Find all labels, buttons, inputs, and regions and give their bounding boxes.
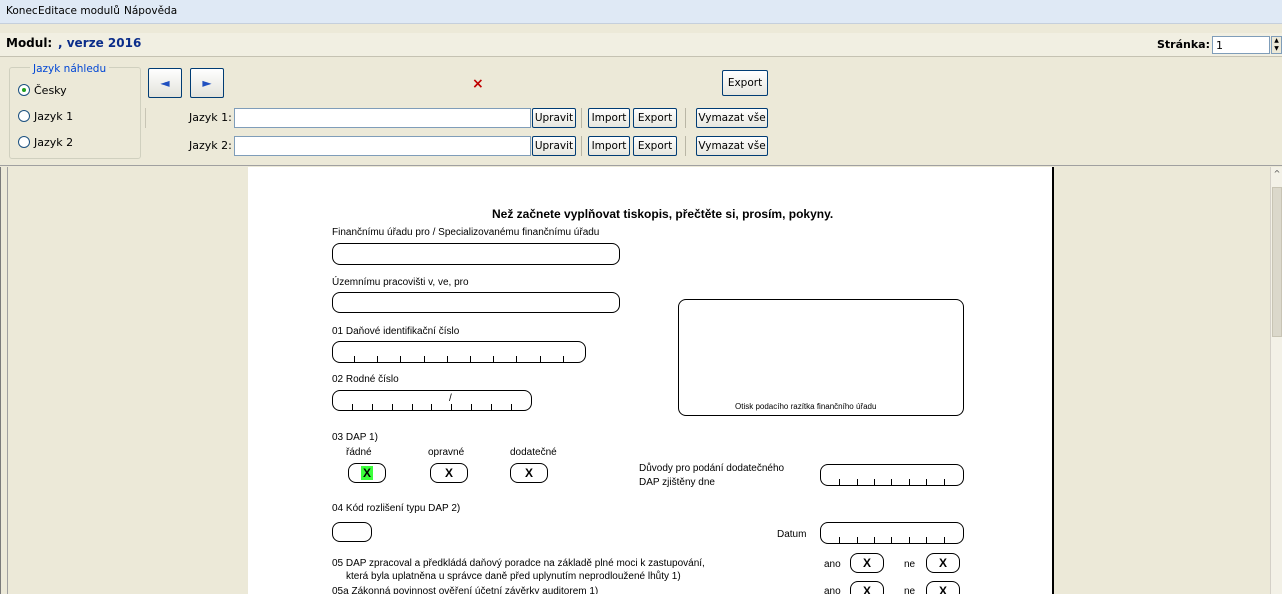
form-title: Než začnete vyplňovat tiskopis, přečtěte… [492,207,834,221]
territorial-label: Územnímu pracovišti v, ve, pro [332,277,469,288]
dic-label: 01 Daňové identifikační číslo [332,326,460,337]
dap-type-dodatecne: dodatečné [510,447,557,458]
export-button[interactable]: Export [722,70,768,96]
form-page: Než začnete vyplňovat tiskopis, přečtěte… [248,167,1054,594]
date-label: Datum [777,529,807,540]
language-1-input[interactable] [234,108,531,128]
audit-yes-checkbox[interactable]: X [850,581,884,594]
audit-no-checkbox[interactable]: X [926,581,960,594]
module-bar: Modul: , verze 2016 Stránka: ▲▼ [0,33,1282,57]
dic-ticks [333,356,585,362]
advisor-no-checkbox[interactable]: X [926,553,960,573]
triangle-left-icon: ◄ [160,76,170,90]
dap-radne-mark: X [360,466,373,480]
radio-jazyk-2[interactable]: Jazyk 2 [18,134,73,150]
dap-radne-checkbox[interactable]: X [348,463,386,483]
dap-opravne-checkbox[interactable]: X [430,463,468,483]
office-label: Finančnímu úřadu pro / Specializovanému … [332,227,600,238]
dap-type-opravne: opravné [428,447,465,458]
page-spinner[interactable]: ▲ ▼ [1271,36,1282,54]
dap-type-radne: řádné [346,447,372,458]
separator [581,108,582,128]
code-field[interactable] [332,522,372,542]
rc-label: 02 Rodné číslo [332,374,399,385]
scroll-thumb[interactable] [1272,187,1282,337]
tool-panel: Jazyk náhledu Česky Jazyk 1 Jazyk 2 ◄ ► … [0,58,1282,166]
close-icon[interactable]: × [472,76,484,92]
audit-yes-label: ano [824,586,841,594]
language-row-2: Jazyk 2: Upravit Import Export Vymazat v… [145,134,1282,158]
language-1-label: Jazyk 1: [189,111,232,124]
right-margin [1056,167,1269,594]
menu-item-konec[interactable]: Konec [6,0,38,24]
separator [685,136,686,156]
radio-icon[interactable] [18,136,30,148]
radio-icon[interactable] [18,110,30,122]
dap-dodatecne-checkbox[interactable]: X [510,463,548,483]
language-2-label: Jazyk 2: [189,139,232,152]
language-2-input[interactable] [234,136,531,156]
edit-language-1-button[interactable]: Upravit [532,108,576,128]
radio-jazyk-1[interactable]: Jazyk 1 [18,108,73,124]
preview-language-title: Jazyk náhledu [30,63,110,75]
advisor-yes-label: ano [824,559,841,570]
rc-field[interactable]: / [332,390,532,411]
export-language-2-button[interactable]: Export [633,136,677,156]
stamp-label: Otisk podacího razítka finančního úřadu [735,402,877,411]
office-field[interactable] [332,243,620,265]
language-row-1: Jazyk 1: Upravit Import Export Vymazat v… [145,106,1282,130]
radio-jazyk-2-label: Jazyk 2 [34,135,74,149]
menu-item-editace-modulu[interactable]: Editace modulů [38,0,120,24]
date-ticks [821,537,963,543]
advisor-yes-checkbox[interactable]: X [850,553,884,573]
edit-language-2-button[interactable]: Upravit [532,136,576,156]
import-language-1-button[interactable]: Import [588,108,630,128]
menu-item-napoveda[interactable]: Nápověda [124,0,177,24]
vertical-scrollbar[interactable]: ^ [1270,167,1282,594]
clear-language-1-button[interactable]: Vymazat vše [696,108,768,128]
left-frame [0,167,8,594]
audit-line: 05a Zákonná povinnost ověření účetní záv… [332,586,599,594]
advisor-line-1: 05 DAP zpracoval a předkládá daňový pora… [332,558,705,569]
page-input[interactable] [1212,36,1270,54]
previous-button[interactable]: ◄ [148,68,182,98]
date-field[interactable] [820,522,964,544]
import-language-2-button[interactable]: Import [588,136,630,156]
triangle-right-icon: ► [202,76,212,90]
export-language-1-button[interactable]: Export [633,108,677,128]
reasons-date-ticks [821,479,963,485]
clear-language-2-button[interactable]: Vymazat vše [696,136,768,156]
rc-slash: / [449,393,452,404]
page-label: Stránka: [1157,38,1210,51]
row-divider [145,108,146,128]
dap-label: 03 DAP 1) [332,432,378,443]
radio-cesky-label: Česky [34,83,67,97]
radio-jazyk-1-label: Jazyk 1 [34,109,74,123]
advisor-no-label: ne [904,559,916,570]
preview-area: Než začnete vyplňovat tiskopis, přečtěte… [0,167,1282,594]
next-button[interactable]: ► [190,68,224,98]
advisor-line-2: která byla uplatněna u správce daně před… [346,571,681,582]
reasons-date-field[interactable] [820,464,964,486]
territorial-field[interactable] [332,292,620,313]
separator [581,136,582,156]
rc-ticks [333,404,531,410]
stamp-box: Otisk podacího razítka finančního úřadu [678,299,964,416]
code-label: 04 Kód rozlišení typu DAP 2) [332,503,461,514]
reasons-label-line-1: Důvody pro podání dodatečného [639,463,785,474]
audit-no-label: ne [904,586,916,594]
radio-cesky[interactable]: Česky [18,82,67,98]
dic-field[interactable] [332,341,586,363]
separator [685,108,686,128]
module-label: Modul: [6,36,53,50]
menu-bar: Konec Editace modulů Nápověda [0,0,1282,24]
module-value: , verze 2016 [58,36,142,50]
reasons-label-line-2: DAP zjištěny dne [639,477,715,488]
radio-checked-icon[interactable] [18,84,30,96]
scroll-up-icon[interactable]: ^ [1272,169,1282,181]
